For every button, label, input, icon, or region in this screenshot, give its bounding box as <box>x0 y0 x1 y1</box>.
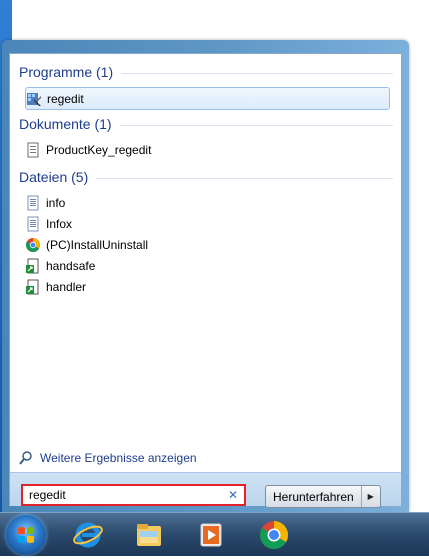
section-divider <box>119 124 393 126</box>
result-item-handler[interactable]: handler <box>25 276 394 297</box>
search-box: ✕ <box>21 484 246 506</box>
section-header-files: Dateien (5) <box>19 168 393 186</box>
result-item-infox[interactable]: Infox <box>25 213 394 234</box>
internet-explorer-icon[interactable] <box>72 519 104 551</box>
result-item-handsafe[interactable]: handsafe <box>25 255 394 276</box>
section-header-documents: Dokumente (1) <box>19 115 393 133</box>
shortcut-icon <box>25 279 41 295</box>
section-header-programs: Programme (1) <box>19 63 393 81</box>
chrome-icon <box>25 237 41 253</box>
file-explorer-icon[interactable] <box>133 519 165 551</box>
windows-start-orb[interactable] <box>6 515 46 555</box>
result-item-info[interactable]: info <box>25 192 394 213</box>
result-item-label: handsafe <box>46 258 96 273</box>
shutdown-button[interactable]: Herunterfahren <box>266 486 362 507</box>
result-item-productkey[interactable]: ProductKey_regedit <box>25 139 394 160</box>
search-results-pane: Programme (1) regedit Dokumente (1) Prod… <box>9 53 402 508</box>
result-item-label: handler <box>46 279 87 294</box>
text-file-icon <box>25 216 41 232</box>
triangle-right-icon[interactable]: ▶ <box>362 486 380 507</box>
section-divider <box>96 177 393 179</box>
more-results-link[interactable]: Weitere Ergebnisse anzeigen <box>18 449 197 467</box>
result-item-label: (PC)InstallUninstall <box>46 237 149 252</box>
result-item-installuninstall[interactable]: (PC)InstallUninstall <box>25 234 394 255</box>
text-file-icon <box>25 195 41 211</box>
section-title-documents: Dokumente (1) <box>19 116 112 132</box>
shortcut-icon <box>25 258 41 274</box>
section-title-programs: Programme (1) <box>19 64 114 80</box>
document-icon <box>25 142 41 158</box>
search-bar-area: ✕ Herunterfahren ▶ <box>10 472 401 508</box>
start-menu: Programme (1) regedit Dokumente (1) Prod… <box>2 40 409 512</box>
media-player-icon[interactable] <box>195 519 227 551</box>
result-item-label: info <box>46 195 66 210</box>
taskbar <box>0 512 429 556</box>
section-title-files: Dateien (5) <box>19 169 89 185</box>
result-item-label: ProductKey_regedit <box>46 142 152 157</box>
close-icon[interactable]: ✕ <box>228 489 238 501</box>
regedit-icon <box>26 91 42 107</box>
magnifier-icon <box>18 450 34 466</box>
shutdown-button-group: Herunterfahren ▶ <box>265 485 381 508</box>
result-item-regedit[interactable]: regedit <box>25 87 390 110</box>
chrome-icon[interactable] <box>258 519 290 551</box>
search-input[interactable] <box>29 488 209 502</box>
section-divider <box>121 72 393 74</box>
result-item-label: Infox <box>46 216 73 231</box>
result-item-label: regedit <box>47 91 84 106</box>
more-results-label: Weitere Ergebnisse anzeigen <box>40 451 197 465</box>
